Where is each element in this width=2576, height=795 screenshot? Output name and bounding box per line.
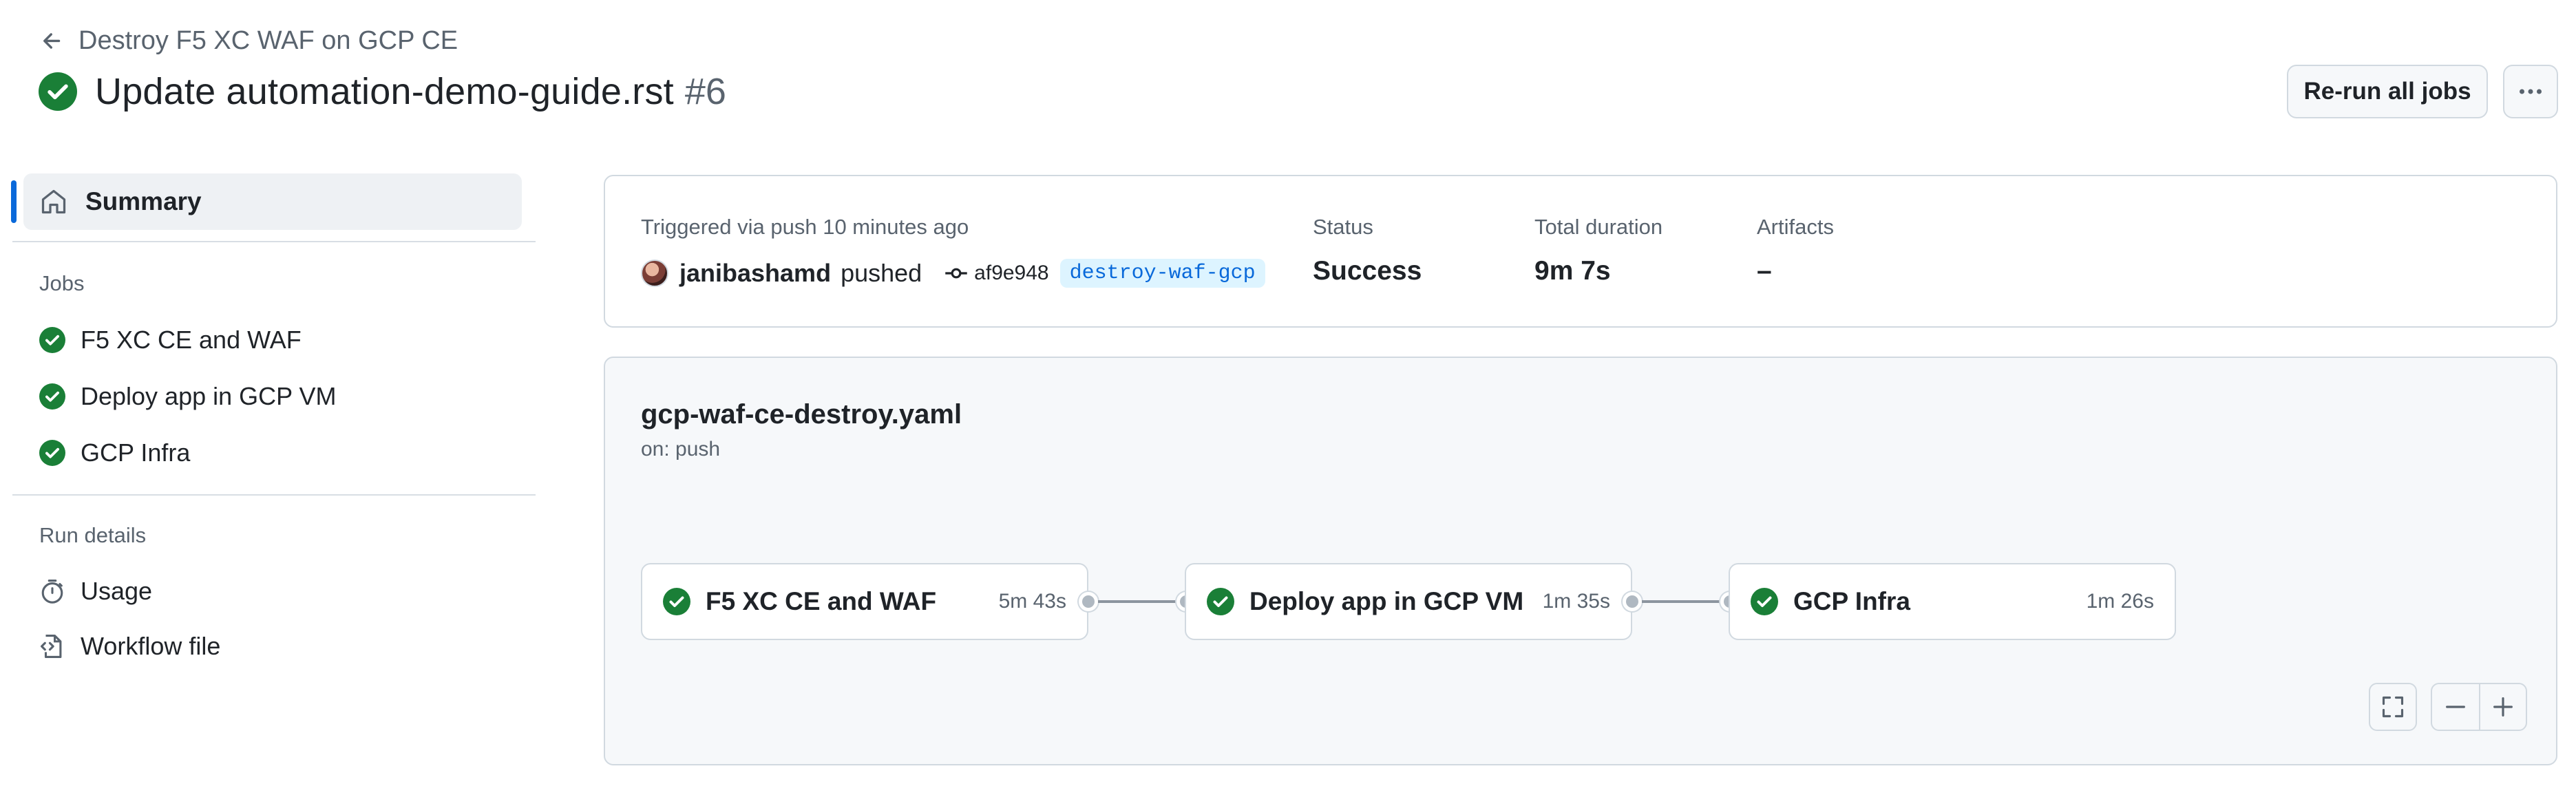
actor-link[interactable]: janibashamd <box>679 259 831 288</box>
status-value: Success <box>1313 256 1422 286</box>
back-link[interactable]: Destroy F5 XC WAF on GCP CE <box>40 26 458 56</box>
sidebar-divider <box>12 241 536 242</box>
trigger-details: janibashamd pushed af9e948 destroy-waf-g… <box>641 259 1265 288</box>
trigger-action: pushed <box>841 259 922 287</box>
branch-badge[interactable]: destroy-waf-gcp <box>1059 259 1265 288</box>
commit-link[interactable]: af9e948 <box>944 261 1049 286</box>
run-title-row: Update automation-demo-guide.rst #6 <box>39 70 726 113</box>
fullscreen-button[interactable] <box>2369 683 2417 731</box>
jobs-heading: Jobs <box>39 271 85 295</box>
zoom-out-icon <box>2446 706 2465 708</box>
run-number: #6 <box>684 71 726 112</box>
sidebar-job-f5-xc[interactable]: F5 XC CE and WAF <box>39 326 302 354</box>
avatar[interactable] <box>641 259 668 287</box>
check-circle-icon <box>39 383 65 410</box>
workflow-graph: gcp-waf-ce-destroy.yaml on: push F5 XC C… <box>604 357 2557 765</box>
job-name: GCP Infra <box>1793 587 1910 615</box>
sidebar-item-workflow-file[interactable]: Workflow file <box>39 632 220 661</box>
job-node-gcp-infra[interactable]: GCP Infra 1m 26s <box>1729 563 2176 640</box>
stopwatch-icon <box>41 580 63 604</box>
commit-icon <box>945 268 967 279</box>
check-circle-icon <box>39 327 65 353</box>
page-title: Update automation-demo-guide.rst <box>95 71 674 112</box>
more-options-button[interactable] <box>2503 65 2558 118</box>
fullscreen-icon <box>2382 696 2404 718</box>
job-name: Deploy app in GCP VM <box>1249 587 1524 615</box>
workflow-file-name: gcp-waf-ce-destroy.yaml <box>641 399 962 430</box>
zoom-in-icon <box>2493 697 2513 717</box>
job-node-f5-xc[interactable]: F5 XC CE and WAF 5m 43s <box>641 563 1088 640</box>
sidebar-job-deploy-app[interactable]: Deploy app in GCP VM <box>39 382 337 411</box>
artifacts-label: Artifacts <box>1757 215 1834 239</box>
check-circle-icon <box>39 72 77 111</box>
job-node-deploy-app[interactable]: Deploy app in GCP VM 1m 35s <box>1185 563 1632 640</box>
check-circle-icon <box>663 588 690 615</box>
rerun-all-jobs-button[interactable]: Re-run all jobs <box>2287 65 2488 118</box>
sidebar-job-gcp-infra[interactable]: GCP Infra <box>39 438 190 467</box>
commit-sha: af9e948 <box>974 262 1049 284</box>
status-label: Status <box>1313 215 1373 239</box>
duration-value: 9m 7s <box>1534 256 1611 286</box>
back-link-label: Destroy F5 XC WAF on GCP CE <box>78 26 458 55</box>
run-summary-card: Triggered via push 10 minutes ago janiba… <box>604 175 2557 328</box>
sidebar-item-label: Usage <box>81 577 153 605</box>
job-connector <box>1642 600 1720 603</box>
check-circle-icon <box>1207 588 1234 615</box>
sidebar-item-label: Workflow file <box>81 632 221 660</box>
job-duration: 1m 35s <box>1542 590 1610 613</box>
workflow-trigger: on: push <box>641 438 721 460</box>
arrow-left-icon <box>43 32 61 49</box>
job-connector <box>1098 600 1176 603</box>
sidebar-item-summary[interactable]: Summary <box>11 173 522 230</box>
duration-label: Total duration <box>1534 215 1663 239</box>
job-duration: 5m 43s <box>998 590 1066 613</box>
zoom-out-button[interactable] <box>2432 684 2479 730</box>
home-icon <box>41 189 66 214</box>
sidebar-job-label: Deploy app in GCP VM <box>81 382 337 410</box>
check-circle-icon <box>39 440 65 466</box>
check-circle-icon <box>1751 588 1778 615</box>
connector-node <box>1079 592 1098 611</box>
job-name: F5 XC CE and WAF <box>706 587 937 615</box>
artifacts-value: – <box>1757 256 1772 286</box>
sidebar-divider <box>12 494 536 496</box>
job-duration: 1m 26s <box>2086 590 2154 613</box>
zoom-controls <box>2431 683 2527 731</box>
workflow-file-icon <box>41 635 62 658</box>
run-details-heading: Run details <box>39 523 147 547</box>
sidebar-item-usage[interactable]: Usage <box>39 577 152 606</box>
sidebar-job-label: GCP Infra <box>81 438 191 467</box>
kebab-icon <box>2520 89 2542 94</box>
sidebar-job-label: F5 XC CE and WAF <box>81 326 302 354</box>
trigger-text: Triggered via push 10 minutes ago <box>641 215 969 239</box>
zoom-in-button[interactable] <box>2479 684 2526 730</box>
sidebar-item-label: Summary <box>85 187 202 215</box>
connector-node <box>1623 592 1642 611</box>
